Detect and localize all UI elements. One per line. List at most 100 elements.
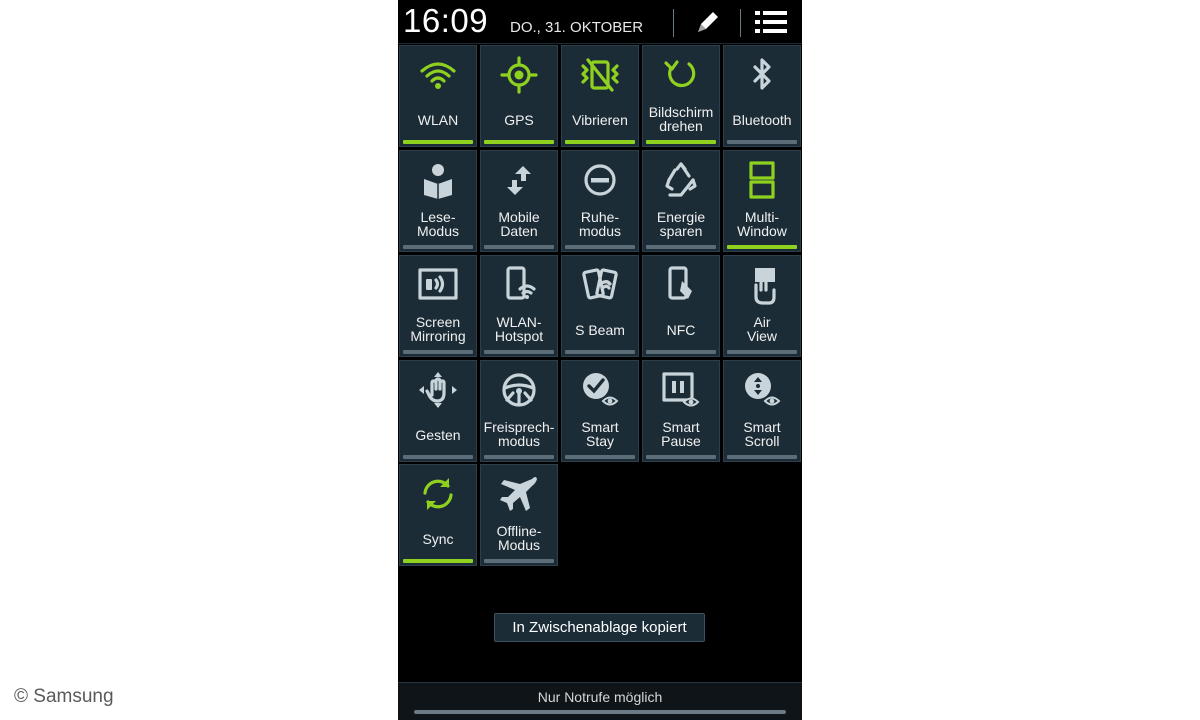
smart-scroll-icon: [724, 369, 800, 411]
toggle-label: Sync: [422, 531, 454, 547]
toggle-multi-window[interactable]: Multi- Window: [723, 150, 801, 252]
status-header: 16:09 DO., 31. OKTOBER: [398, 0, 802, 44]
toggle-bildschirm-drehen[interactable]: Bildschirm drehen: [642, 45, 720, 147]
bluetooth-icon: [724, 54, 800, 96]
steering-wheel-icon: [481, 369, 557, 411]
toggle-screen-mirroring[interactable]: Screen Mirroring: [399, 255, 477, 357]
status-indicator: [484, 350, 554, 354]
status-indicator: [484, 559, 554, 563]
toggle-label: Vibrieren: [572, 112, 628, 128]
toggle-label: Smart Scroll: [743, 419, 781, 449]
toggle-lese-modus[interactable]: Lese- Modus: [399, 150, 477, 252]
gesture-icon: [400, 369, 476, 411]
network-status: Nur Notrufe möglich: [537, 689, 663, 705]
rotate-icon: [643, 54, 719, 96]
blocking-mode-icon: [562, 159, 638, 201]
toggle-label: WLAN- Hotspot: [494, 314, 544, 344]
toggle-smart-scroll[interactable]: Smart Scroll: [723, 360, 801, 462]
toggle-label: Gesten: [415, 427, 461, 443]
wifi-icon: [400, 54, 476, 96]
nfc-icon: [643, 264, 719, 306]
status-indicator: [565, 455, 635, 459]
toggle-air-view[interactable]: Air View: [723, 255, 801, 357]
status-indicator: [403, 140, 473, 144]
multi-window-icon: [724, 159, 800, 201]
status-indicator: [646, 140, 716, 144]
toggle-label: Bildschirm drehen: [648, 104, 714, 134]
toggle-label: Air View: [746, 314, 778, 344]
smart-stay-icon: [562, 369, 638, 411]
list-button[interactable]: [751, 4, 791, 40]
toggle-label: GPS: [504, 112, 534, 128]
smart-pause-icon: [643, 369, 719, 411]
toggle-ruhe-modus[interactable]: Ruhe- modus: [561, 150, 639, 252]
toggle-label: Multi- Window: [737, 209, 787, 239]
toggle-gesten[interactable]: Gesten: [399, 360, 477, 462]
edit-button[interactable]: [688, 4, 728, 40]
date: DO., 31. OKTOBER: [510, 19, 644, 36]
screen-mirroring-icon: [400, 264, 476, 306]
status-indicator: [646, 245, 716, 249]
status-indicator: [403, 559, 473, 563]
airplane-icon: [481, 473, 557, 515]
toggle-wlan-hotspot[interactable]: WLAN- Hotspot: [480, 255, 558, 357]
pencil-icon: [698, 12, 718, 32]
status-indicator: [565, 245, 635, 249]
toggle-label: WLAN: [417, 112, 459, 128]
gps-icon: [481, 54, 557, 96]
status-indicator: [565, 140, 635, 144]
toggle-bluetooth[interactable]: Bluetooth: [723, 45, 801, 147]
toggle-s-beam[interactable]: S Beam: [561, 255, 639, 357]
list-icon: [755, 11, 787, 33]
toggle-label: Ruhe- modus: [578, 209, 622, 239]
toast-message: In Zwischenablage kopiert: [494, 613, 705, 642]
divider: [673, 9, 674, 37]
toggle-label: Bluetooth: [732, 112, 792, 128]
status-indicator: [484, 140, 554, 144]
toggle-smart-stay[interactable]: Smart Stay: [561, 360, 639, 462]
toggle-label: Smart Pause: [661, 419, 701, 449]
air-view-icon: [724, 264, 800, 306]
toggle-gps[interactable]: GPS: [480, 45, 558, 147]
toggle-label: Energie sparen: [656, 209, 706, 239]
toggle-label: Lese- Modus: [416, 209, 460, 239]
copyright-credit: © Samsung: [14, 686, 114, 707]
toggle-label: Offline- Modus: [496, 523, 542, 553]
toggle-label: NFC: [666, 322, 696, 338]
status-indicator: [403, 350, 473, 354]
divider: [740, 9, 741, 37]
hotspot-icon: [481, 264, 557, 306]
status-indicator: [727, 350, 797, 354]
vibrate-icon: [562, 54, 638, 96]
status-indicator: [403, 455, 473, 459]
toggle-energie-sparen[interactable]: Energie sparen: [642, 150, 720, 252]
notification-panel: 16:09 DO., 31. OKTOBER WLAN GPS Vibrieren B…: [398, 0, 802, 720]
s-beam-icon: [562, 264, 638, 306]
sync-icon: [400, 473, 476, 515]
clock: 16:09: [403, 2, 489, 39]
toggle-wlan[interactable]: WLAN: [399, 45, 477, 147]
status-indicator: [727, 455, 797, 459]
toggle-label: Mobile Daten: [498, 209, 540, 239]
power-saving-icon: [643, 159, 719, 201]
toggle-vibrieren[interactable]: Vibrieren: [561, 45, 639, 147]
toggle-smart-pause[interactable]: Smart Pause: [642, 360, 720, 462]
status-indicator: [565, 350, 635, 354]
toggle-offline-modus[interactable]: Offline- Modus: [480, 464, 558, 566]
status-indicator: [403, 245, 473, 249]
toggle-label: S Beam: [575, 322, 625, 338]
status-indicator: [484, 245, 554, 249]
drag-handle[interactable]: [414, 710, 786, 714]
toggle-mobile-daten[interactable]: Mobile Daten: [480, 150, 558, 252]
toggle-nfc[interactable]: NFC: [642, 255, 720, 357]
mobile-data-icon: [481, 159, 557, 201]
status-indicator: [646, 455, 716, 459]
toggle-label: Smart Stay: [581, 419, 619, 449]
toggle-sync[interactable]: Sync: [399, 464, 477, 566]
toggle-freisprech-modus[interactable]: Freisprech- modus: [480, 360, 558, 462]
toggle-label: Screen Mirroring: [410, 314, 466, 344]
status-indicator: [727, 245, 797, 249]
status-indicator: [484, 455, 554, 459]
toggle-label: Freisprech- modus: [483, 419, 555, 449]
status-indicator: [727, 140, 797, 144]
